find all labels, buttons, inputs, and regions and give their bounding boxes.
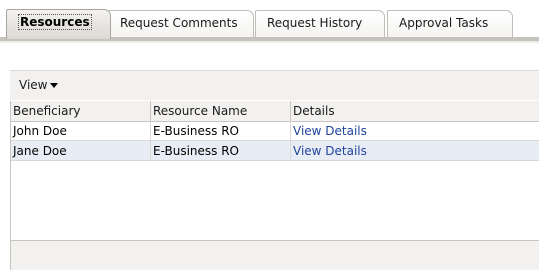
tab-approval-tasks-label: Approval Tasks: [399, 16, 489, 30]
column-header-resource-name[interactable]: Resource Name: [151, 101, 291, 121]
column-header-details[interactable]: Details: [291, 101, 539, 121]
table-row[interactable]: Jane Doe E-Business RO View Details: [11, 141, 539, 161]
tab-resources[interactable]: Resources: [6, 9, 111, 39]
resources-table: Beneficiary Resource Name Details John D…: [10, 101, 539, 270]
view-menu-label: View: [19, 78, 48, 92]
column-header-beneficiary[interactable]: Beneficiary: [11, 101, 151, 121]
tab-request-history[interactable]: Request History: [255, 10, 385, 38]
details-cell: View Details: [291, 141, 539, 161]
view-menu-button[interactable]: View: [19, 78, 59, 92]
view-details-link[interactable]: View Details: [293, 144, 367, 158]
view-details-link[interactable]: View Details: [293, 124, 367, 138]
resources-panel: Resources Request Comments Request Histo…: [0, 0, 539, 270]
resource-name-cell: E-Business RO: [151, 141, 291, 161]
resource-name-cell: E-Business RO: [151, 121, 291, 141]
tab-request-comments[interactable]: Request Comments: [108, 10, 254, 38]
details-cell: View Details: [291, 121, 539, 141]
table-footer: [11, 240, 539, 270]
tab-request-history-label: Request History: [267, 16, 363, 30]
tab-bar: Resources Request Comments Request Histo…: [0, 0, 539, 44]
tab-request-comments-label: Request Comments: [120, 16, 238, 30]
tab-approval-tasks[interactable]: Approval Tasks: [387, 10, 513, 38]
beneficiary-cell: Jane Doe: [11, 141, 151, 161]
tab-resources-label: Resources: [18, 14, 92, 30]
beneficiary-cell: John Doe: [11, 121, 151, 141]
tab-bar-divider-highlight: [0, 41, 539, 43]
table-row[interactable]: John Doe E-Business RO View Details: [11, 121, 539, 141]
table-toolbar: View: [10, 70, 539, 100]
chevron-down-icon: [50, 83, 59, 88]
table-header-row: Beneficiary Resource Name Details: [11, 101, 539, 122]
